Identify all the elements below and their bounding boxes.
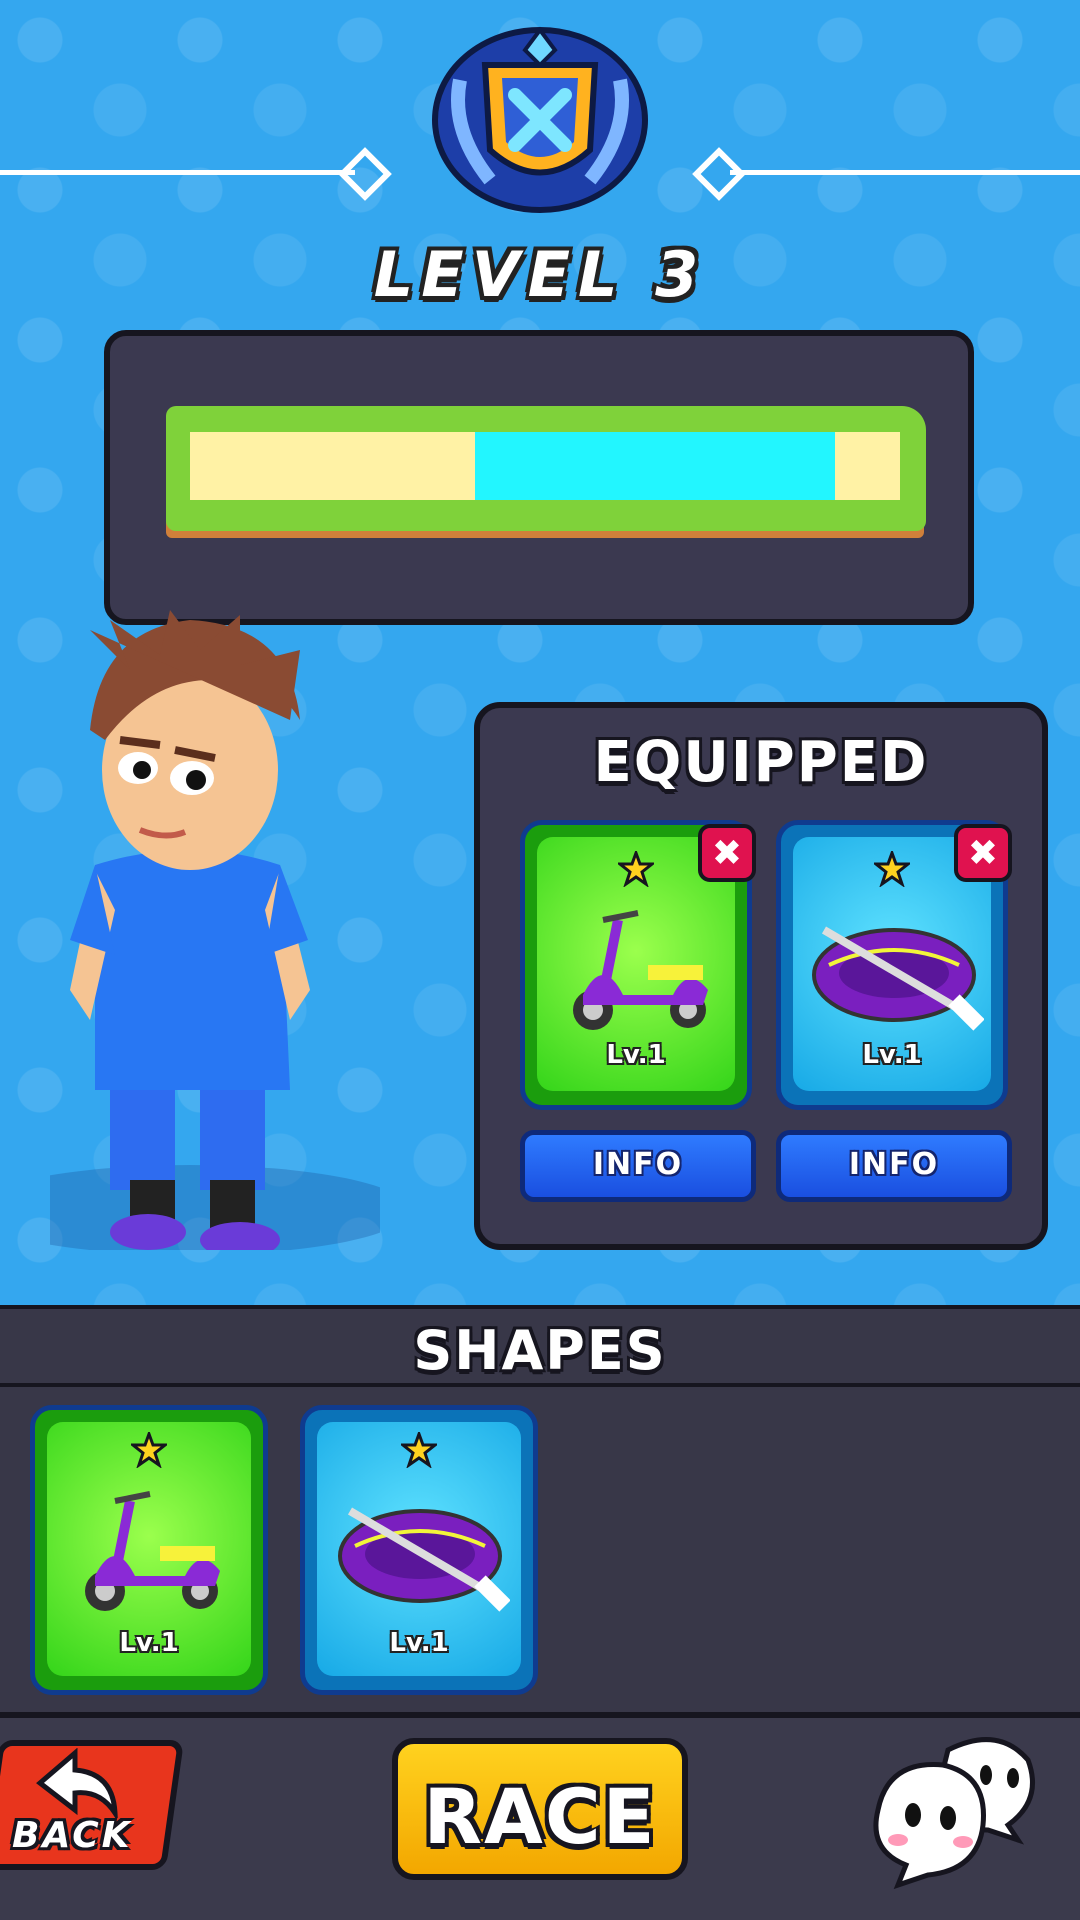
scooter-icon: [573, 910, 708, 1030]
raft-icon: [338, 1507, 510, 1612]
progress-segment-2: [475, 432, 835, 500]
progress-track: [166, 406, 926, 556]
star-icon: [618, 851, 654, 887]
progress-segment-1: [190, 432, 475, 500]
shapes-title: SHAPES: [413, 1319, 667, 1382]
shapes-header: SHAPES: [0, 1305, 1080, 1387]
back-label: BACK: [12, 1815, 133, 1856]
divider-right: [730, 170, 1080, 175]
equipped-title: EQUIPPED: [593, 730, 929, 795]
star-icon: [401, 1432, 437, 1468]
player-character[interactable]: [50, 610, 380, 1250]
back-arrow-icon: [36, 1748, 118, 1818]
race-button[interactable]: RACE: [392, 1738, 688, 1880]
raft-icon: [812, 926, 984, 1031]
close-icon: ✖: [711, 832, 743, 874]
progress-track-grass: [166, 406, 926, 531]
info-raft-button[interactable]: INFO: [776, 1130, 1012, 1202]
equipped-level-label: Lv.1: [862, 1040, 922, 1070]
equipped-level-label: Lv.1: [606, 1040, 666, 1070]
equipped-panel: EQUIPPED Lv.1 ✖ Lv.1 ✖ INFO INFO: [474, 702, 1048, 1250]
progress-panel: [104, 330, 974, 625]
remove-raft-button[interactable]: ✖: [954, 824, 1012, 882]
shape-card-scooter[interactable]: Lv.1: [30, 1405, 268, 1695]
info-scooter-button[interactable]: INFO: [520, 1130, 756, 1202]
shapes-list: Lv.1 Lv.1: [0, 1387, 1080, 1712]
shape-level-label: Lv.1: [389, 1628, 449, 1658]
divider-left: [0, 170, 355, 175]
level-badge-icon: [432, 26, 648, 213]
ghost-mascot-icon[interactable]: [868, 1730, 1048, 1890]
star-icon: [131, 1432, 167, 1468]
shape-card-raft[interactable]: Lv.1: [300, 1405, 538, 1695]
race-label: RACE: [423, 1772, 657, 1861]
close-icon: ✖: [967, 832, 999, 874]
progress-segment-3: [835, 432, 900, 500]
remove-scooter-button[interactable]: ✖: [698, 824, 756, 882]
star-icon: [874, 851, 910, 887]
scooter-icon: [85, 1491, 220, 1611]
shape-level-label: Lv.1: [119, 1628, 179, 1658]
level-title: LEVEL 3: [373, 238, 707, 311]
